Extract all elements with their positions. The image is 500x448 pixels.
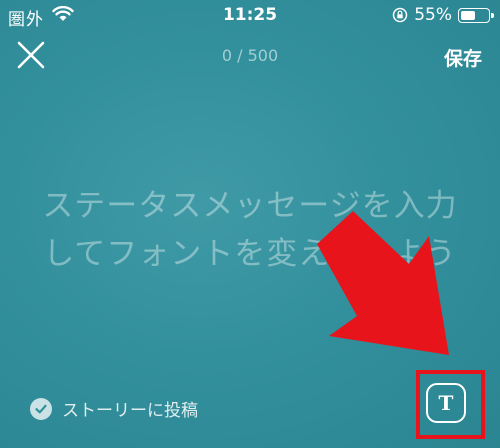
placeholder-line-2: してフォントを変えてみよう [43,236,457,272]
battery-level-fill [461,10,476,20]
post-to-story-toggle[interactable]: ストーリーに投稿 [30,396,198,421]
orientation-lock-icon [392,7,408,23]
battery-percent: 55% [414,5,452,25]
battery-icon [458,7,494,23]
status-right-group: 55% [392,5,494,25]
save-button[interactable]: 保存 [444,44,482,71]
text-font-icon: T [438,391,454,415]
status-bar: 圏外 11:25 55% [0,0,500,30]
placeholder-line-1: ステータスメッセージを入力 [42,188,458,224]
post-to-story-label: ストーリーに投稿 [62,401,198,421]
status-message-input[interactable]: ステータスメッセージを入力 してフォントを変えてみよう [20,182,480,278]
checkmark-icon [30,397,52,420]
font-change-button[interactable]: T [426,383,466,423]
character-counter: 0 / 500 [221,46,279,65]
